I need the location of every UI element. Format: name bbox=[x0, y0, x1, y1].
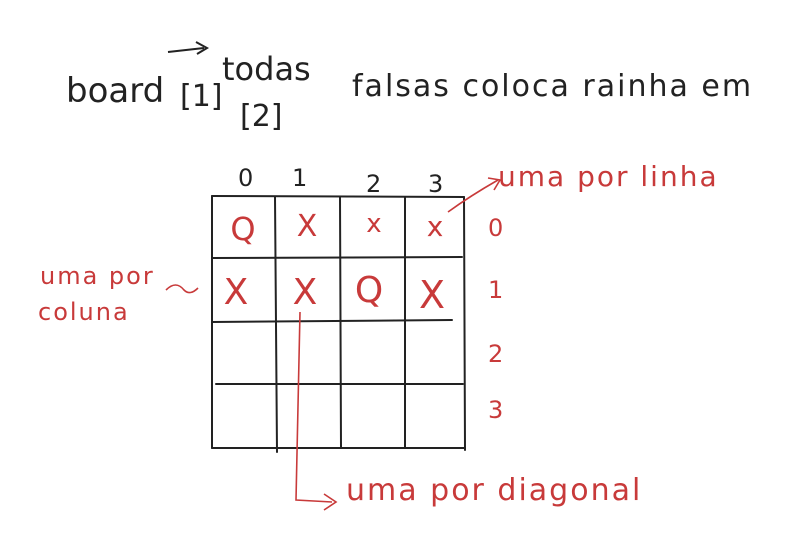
row-labels: 0 1 2 3 bbox=[488, 214, 503, 424]
cell-r1-c0: X bbox=[224, 272, 249, 313]
whiteboard-canvas: board [1] [2] todas falsas coloca rainha… bbox=[38, 41, 753, 511]
column-label: 1 bbox=[292, 164, 307, 192]
row-rule-text: uma por linha bbox=[498, 160, 719, 193]
grid-hline-2 bbox=[211, 319, 453, 323]
column-label: 3 bbox=[428, 170, 443, 198]
cell-r1-c2: Q bbox=[355, 270, 383, 311]
diagonal-rule-text: uma por diagonal bbox=[346, 473, 642, 508]
heading-index-2: [2] bbox=[240, 99, 283, 134]
cell-r1-c1: X bbox=[293, 272, 318, 313]
cell-r0-c0: Q bbox=[230, 210, 255, 248]
heading-index-1: [1] bbox=[180, 79, 223, 114]
grid-hline-1 bbox=[211, 256, 463, 259]
grid-vline-1 bbox=[274, 196, 278, 453]
grid-outer-top bbox=[211, 195, 465, 198]
row-label: 1 bbox=[488, 276, 503, 304]
column-rule-annotation: uma por coluna bbox=[38, 262, 199, 326]
heading-todas: todas bbox=[222, 50, 311, 88]
board-cells: Q X x x X X Q X bbox=[224, 209, 445, 317]
heading: board [1] [2] todas falsas coloca rainha… bbox=[66, 50, 753, 134]
diagonal-rule-arrow bbox=[295, 311, 333, 503]
column-rule-scribble bbox=[165, 284, 199, 294]
row-label: 3 bbox=[488, 396, 503, 424]
column-label: 0 bbox=[238, 164, 253, 192]
row-label: 2 bbox=[488, 340, 503, 368]
row-label: 0 bbox=[488, 214, 503, 242]
heading-rest: falsas coloca rainha em bbox=[352, 69, 753, 104]
column-rule-text-line2: coluna bbox=[38, 298, 130, 326]
column-labels: 0 1 2 3 bbox=[238, 164, 443, 198]
cell-r1-c3: X bbox=[419, 273, 445, 317]
grid-vline-2 bbox=[339, 196, 342, 449]
column-rule-text-line1: uma por bbox=[40, 262, 155, 290]
heading-board-word: board bbox=[66, 71, 164, 111]
row-rule-annotation: uma por linha bbox=[447, 160, 719, 213]
cell-r0-c3: x bbox=[427, 210, 444, 243]
grid-outer-right bbox=[463, 196, 466, 451]
cell-r0-c2: x bbox=[366, 209, 381, 239]
cell-r0-c1: X bbox=[297, 209, 318, 244]
diagonal-rule-annotation: uma por diagonal bbox=[295, 311, 642, 511]
heading-arrow bbox=[167, 41, 210, 55]
column-label: 2 bbox=[366, 170, 381, 198]
